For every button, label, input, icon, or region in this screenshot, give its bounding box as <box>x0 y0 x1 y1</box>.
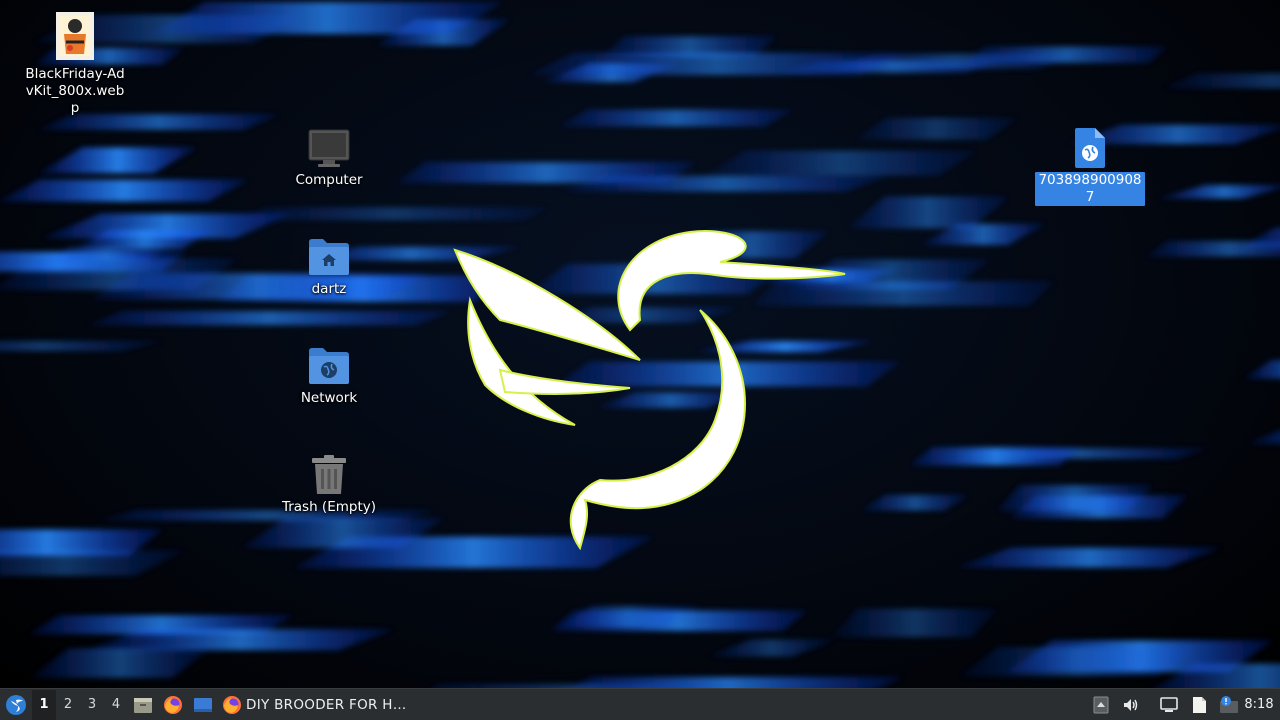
volume-icon <box>1124 698 1138 711</box>
workspace-4-button[interactable]: 4 <box>104 690 128 720</box>
menu-logo-icon <box>6 694 26 715</box>
wallpaper-logo <box>453 230 846 551</box>
file-manager-launcher[interactable] <box>128 690 158 720</box>
workspace-1-button[interactable]: 1 <box>32 689 56 720</box>
workspace-2-button[interactable]: 2 <box>56 690 80 720</box>
volume-button[interactable] <box>1116 690 1146 720</box>
firefox-launcher[interactable] <box>158 690 188 720</box>
tray-expand-icon <box>1093 696 1109 713</box>
update-notifier-icon <box>1220 695 1238 713</box>
window-title: DIY BROODER FOR H… <box>246 696 407 713</box>
firefox-icon <box>223 695 241 714</box>
desktop-icon-computer[interactable]: Computer <box>274 126 384 189</box>
desktop-icon-label: Network <box>300 390 358 406</box>
file-manager-icon <box>134 697 152 713</box>
desktop-icon-label: BlackFriday-AdvKit_800x.webp <box>25 66 125 116</box>
show-desktop-button[interactable] <box>188 690 218 720</box>
wallpaper <box>0 2 1280 688</box>
desktop-icon-web-link-file[interactable]: 7038989009087 <box>1035 126 1145 206</box>
clipboard-icon <box>1193 696 1206 713</box>
network-icon <box>1160 696 1178 712</box>
image-thumbnail-icon <box>53 12 97 60</box>
clipboard-button[interactable] <box>1184 690 1214 720</box>
desktop-icon-label: dartz <box>311 281 347 297</box>
computer-icon <box>307 126 351 170</box>
desktop-icon-network[interactable]: Network <box>274 344 384 407</box>
start-menu-button[interactable] <box>0 690 32 720</box>
desktop-icon-home-folder[interactable]: dartz <box>274 235 384 298</box>
system-tray: 8:18 <box>1086 690 1280 720</box>
desktop-icon-label: Computer <box>295 172 363 188</box>
desktop-icon-trash[interactable]: Trash (Empty) <box>274 453 384 516</box>
web-file-icon <box>1068 126 1112 170</box>
trash-icon <box>307 453 351 497</box>
desktop-icon-label: Trash (Empty) <box>281 499 377 515</box>
network-folder-icon <box>307 344 351 388</box>
taskbar: 1 2 3 4 DIY BROODER FOR H… 8:18 <box>0 688 1280 720</box>
desktop-icon-blackfriday-image[interactable]: BlackFriday-AdvKit_800x.webp <box>20 12 130 117</box>
firefox-icon <box>164 695 182 714</box>
update-notifier-button[interactable] <box>1214 690 1244 720</box>
workspace-3-button[interactable]: 3 <box>80 690 104 720</box>
network-button[interactable] <box>1154 690 1184 720</box>
desktop-icon-label: 7038989009087 <box>1035 172 1145 206</box>
desktop[interactable]: BlackFriday-AdvKit_800x.webp Computer da… <box>0 0 1280 688</box>
tray-expand-button[interactable] <box>1086 690 1116 720</box>
clock[interactable]: 8:18 <box>1244 690 1274 720</box>
home-folder-icon <box>307 235 351 279</box>
desktop-icon <box>194 697 212 712</box>
taskbar-window-button[interactable]: DIY BROODER FOR H… <box>218 690 412 720</box>
